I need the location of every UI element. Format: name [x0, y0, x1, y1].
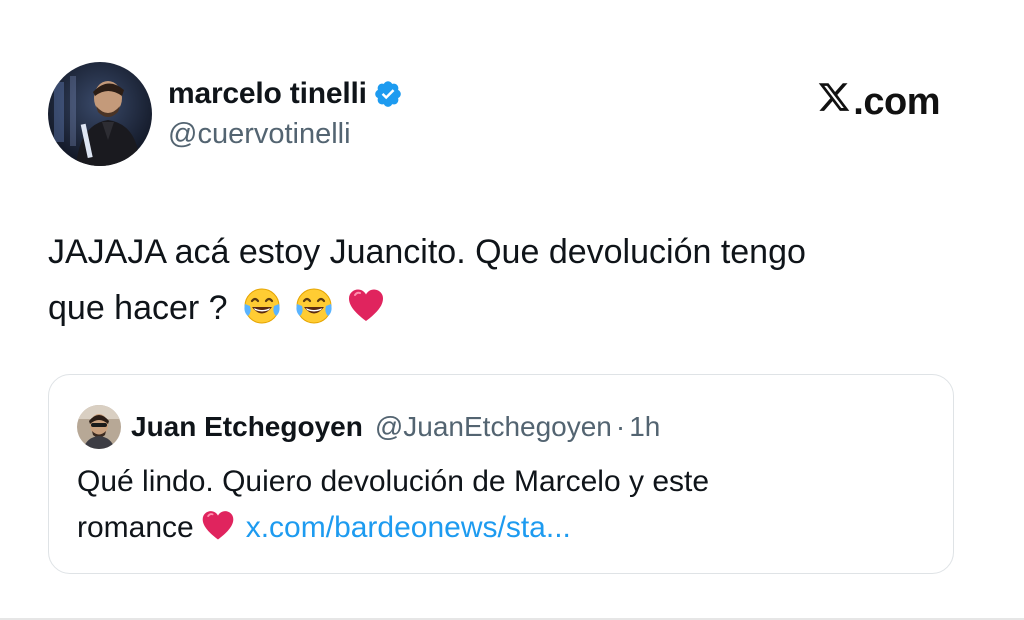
quoted-tweet-body: Qué lindo. Quiero devolución de Marcelo … [77, 459, 937, 551]
x-logo-icon [817, 80, 853, 124]
quoted-timestamp[interactable]: 1h [629, 411, 660, 443]
quoted-text-line-2: romance x.com/bardeonews/sta... [77, 505, 937, 551]
quoted-tweet-header: Juan Etchegoyen @JuanEtchegoyen · 1h [77, 405, 660, 449]
laughing-crying-emoji-2 [294, 286, 334, 326]
tweet-body: JAJAJA acá estoy Juancito. Que devolució… [48, 224, 948, 336]
quoted-author-avatar[interactable] [77, 405, 121, 449]
tweet-screenshot: marcelo tinelli @cuervotinelli .com JAJA… [0, 0, 1024, 620]
quoted-text-line-1: Qué lindo. Quiero devolución de Marcelo … [77, 465, 710, 498]
author-name-row: marcelo tinelli [168, 76, 403, 112]
tweet-text-line-2: que hacer ? [48, 280, 948, 336]
quoted-meta-separator: · [615, 411, 626, 442]
x-logo-text: .com [853, 80, 940, 123]
author-info: marcelo tinelli @cuervotinelli [168, 76, 403, 151]
quoted-link[interactable]: x.com/bardeonews/sta... [246, 511, 571, 544]
quoted-author-name[interactable]: Juan Etchegoyen [131, 411, 363, 443]
quoted-author-handle[interactable]: @JuanEtchegoyen [375, 411, 612, 443]
red-heart-emoji [346, 286, 386, 326]
quoted-text-line-2-text: romance [77, 511, 194, 544]
red-heart-emoji [200, 508, 236, 544]
author-avatar[interactable] [48, 62, 152, 166]
verified-badge-icon [373, 79, 403, 109]
quoted-tweet-card[interactable]: Juan Etchegoyen @JuanEtchegoyen · 1h Qué… [48, 374, 954, 574]
author-handle[interactable]: @cuervotinelli [168, 118, 403, 151]
tweet-text-line-1: JAJAJA acá estoy Juancito. Que devolució… [48, 233, 806, 271]
x-brand-logo: .com [817, 80, 940, 124]
tweet-header: marcelo tinelli @cuervotinelli .com [48, 62, 948, 166]
author-display-name[interactable]: marcelo tinelli [168, 77, 367, 111]
tweet-text-line-2-text: que hacer ? [48, 289, 228, 327]
laughing-crying-emoji-1 [242, 286, 282, 326]
